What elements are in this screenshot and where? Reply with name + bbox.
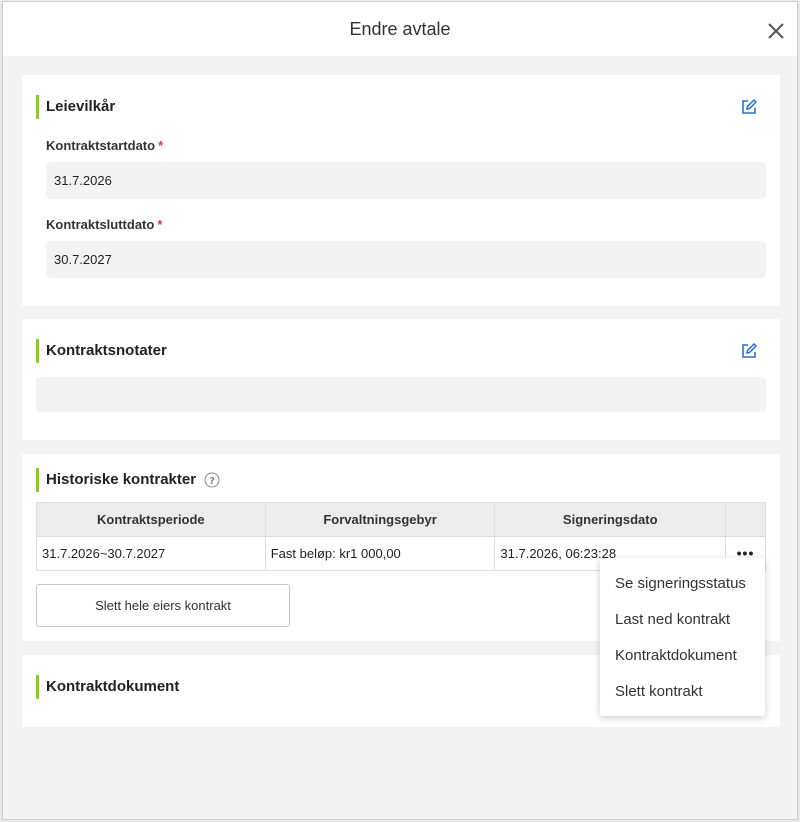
menu-item-contract-document[interactable]: Kontraktdokument [600,638,765,674]
close-icon[interactable] [765,20,787,42]
contract-document-title: Kontraktdokument [36,675,179,699]
required-mark: * [158,138,164,153]
lease-terms-title: Leievilkår [36,95,115,119]
start-date-field[interactable]: 31.7.2026 [46,162,766,199]
edit-icon[interactable] [740,98,758,116]
delete-owner-contract-button[interactable]: Slett hele eiers kontrakt [36,584,290,627]
period-cell: 31.7.2026~30.7.2027 [36,536,266,571]
history-title: Historiske kontrakter ? [36,468,220,492]
column-header-actions [725,502,766,537]
row-actions-menu: Se signeringsstatus Last ned kontrakt Ko… [600,558,765,716]
modal-header: Endre avtale [3,2,797,56]
column-header-signed: Signeringsdato [494,502,727,537]
help-icon[interactable]: ? [204,472,220,488]
contract-notes-card: Kontraktsnotater [22,319,780,440]
column-header-fee: Forvaltningsgebyr [264,502,496,537]
start-date-label: Kontraktstartdato * [46,138,164,153]
column-header-period: Kontraktsperiode [36,502,266,537]
modal-title: Endre avtale [349,18,451,39]
menu-item-download-contract[interactable]: Last ned kontrakt [600,602,765,638]
lease-terms-card: Leievilkår Kontraktstartdato * 31.7.2026 … [22,75,780,306]
end-date-field[interactable]: 30.7.2027 [46,241,766,278]
edit-icon[interactable] [740,342,758,360]
menu-item-delete-contract[interactable]: Slett kontrakt [600,674,765,710]
contract-notes-title: Kontraktsnotater [36,339,167,363]
end-date-label: Kontraktsluttdato * [46,217,163,232]
svg-text:?: ? [209,476,215,487]
menu-item-signing-status[interactable]: Se signeringsstatus [600,566,765,602]
contract-notes-field[interactable] [36,377,766,412]
required-mark: * [157,217,163,232]
fee-cell: Fast beløp: kr1 000,00 [264,536,496,571]
